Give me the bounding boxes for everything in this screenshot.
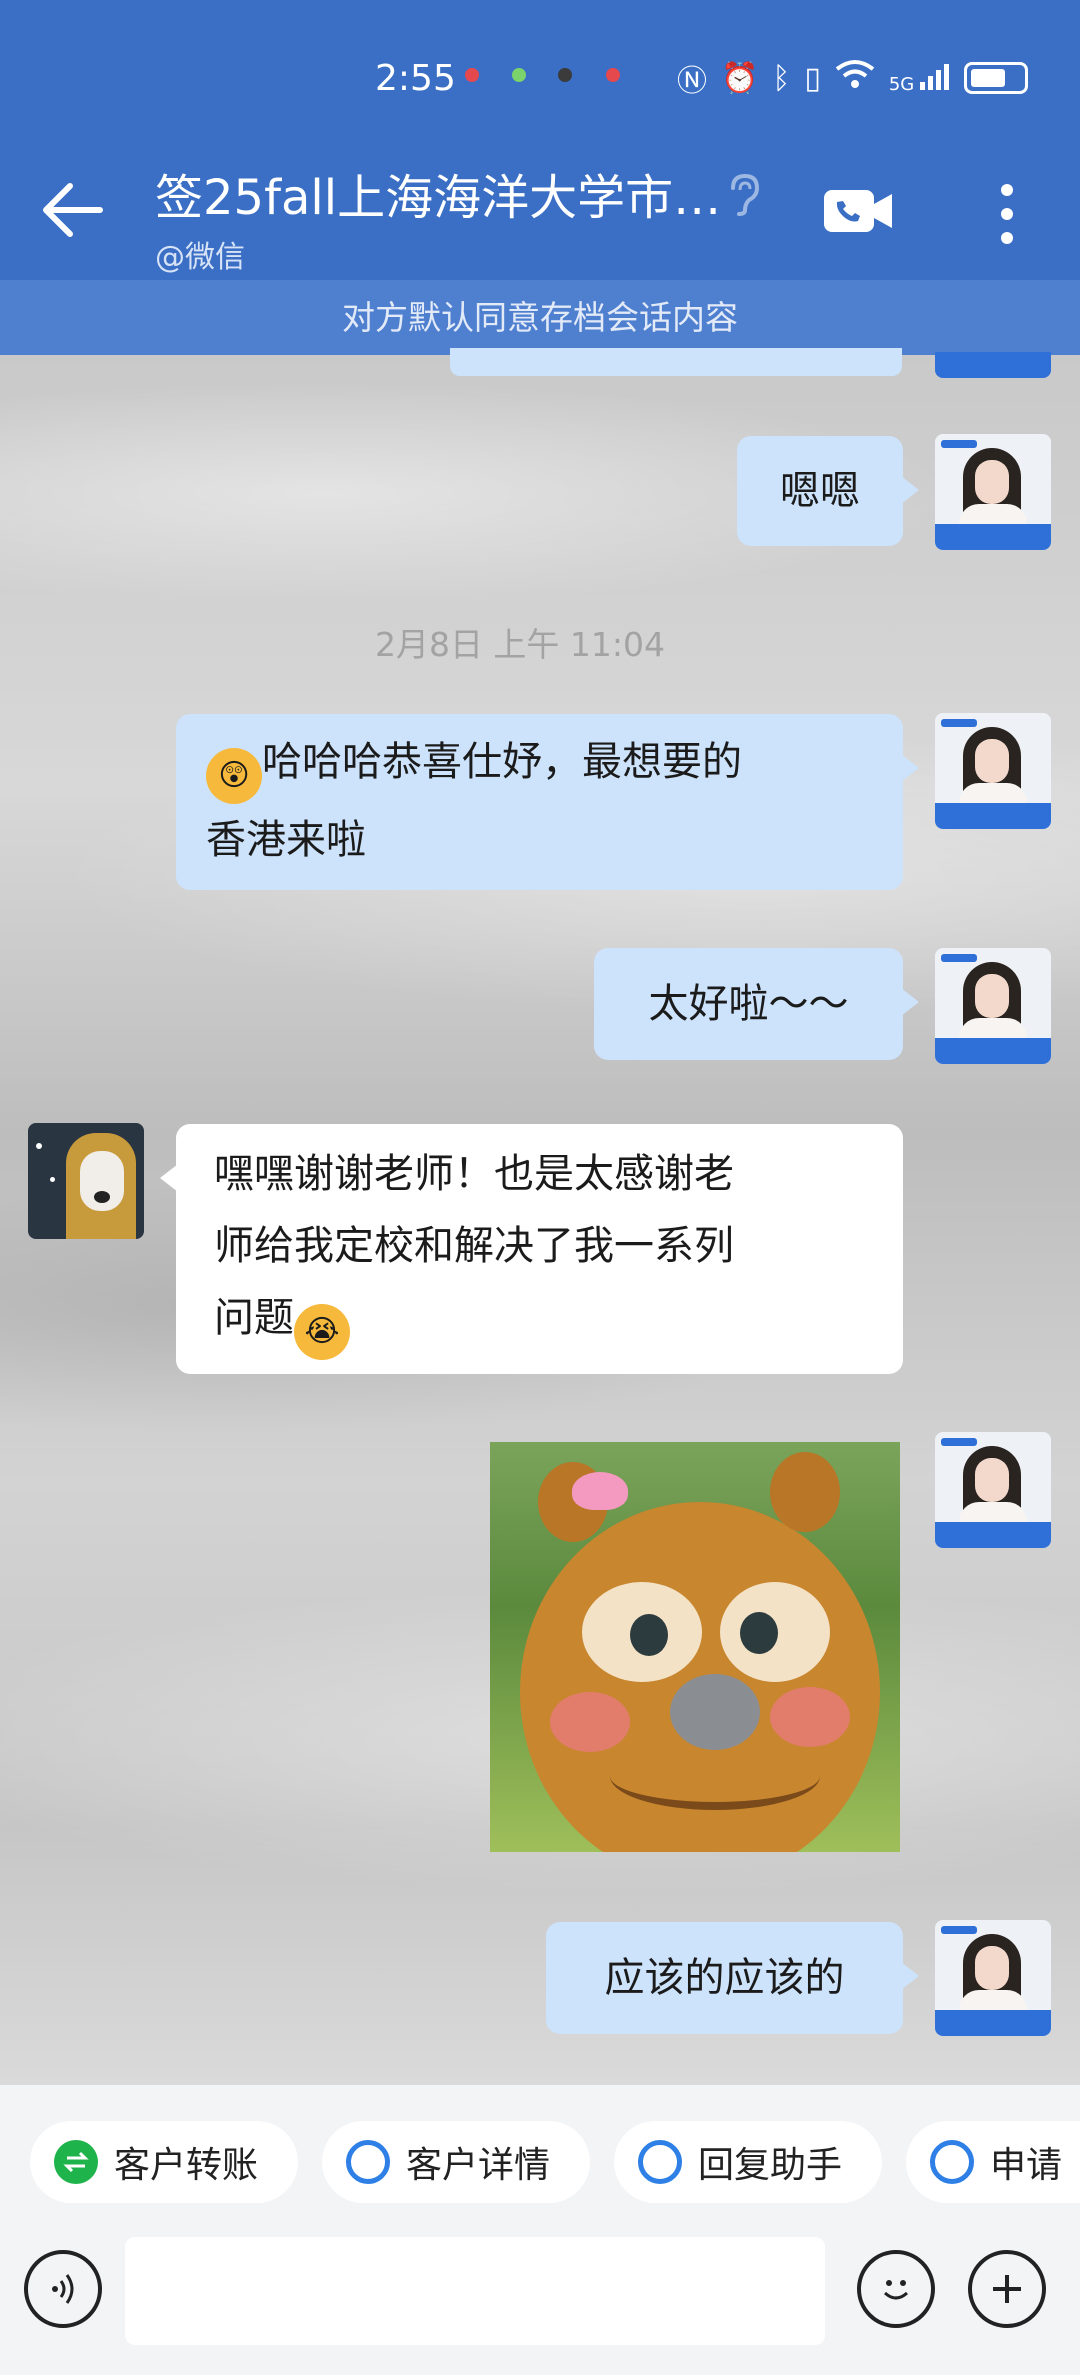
signal-icon: 5G: [889, 62, 950, 94]
message-text: 师给我定校和解决了我一系列: [214, 1223, 734, 1269]
apply-icon: [930, 2140, 974, 2184]
more-button[interactable]: [995, 182, 1019, 250]
chip-label: 客户详情: [406, 2145, 551, 2186]
avatar-self: [935, 352, 1051, 378]
nfc-icon: Ⓝ: [676, 64, 707, 99]
video-call-icon: [824, 190, 892, 232]
emoji-button[interactable]: [857, 2250, 935, 2328]
avatar-self[interactable]: [935, 1432, 1051, 1548]
surprised-emoji-icon: 😲: [206, 748, 262, 804]
battery-icon: [964, 62, 1028, 94]
more-icon: [1001, 184, 1013, 244]
message-text: 香港来啦: [206, 817, 366, 863]
wifi-icon: [835, 59, 875, 97]
alarm-icon: ⏰: [720, 60, 759, 96]
bottom-toolbar: 客户转账 客户详情 回复助手 申请: [0, 2085, 1080, 2375]
crying-emoji-icon: 😭: [294, 1304, 350, 1360]
chat-header: 签25fall上海海洋大学市… @微信: [0, 150, 1080, 280]
notification-icon: [606, 68, 620, 82]
message-text: 哈哈哈恭喜仕妤，最想要的: [262, 739, 742, 785]
status-time: 2:55: [375, 58, 456, 99]
plus-icon: [993, 2275, 1021, 2303]
archive-notice: 对方默认同意存档会话内容: [0, 280, 1080, 355]
status-icons: Ⓝ ⏰ ᛒ ▯ 5G: [677, 56, 1028, 100]
emoji-icon: [883, 2280, 909, 2300]
transfer-icon: [54, 2140, 98, 2184]
chip-label: 回复助手: [698, 2145, 843, 2186]
previous-message-bubble: [450, 348, 902, 376]
bear-sticker-image[interactable]: [490, 1442, 900, 1852]
notification-icon: [465, 68, 479, 82]
chip-label: 申请: [990, 2145, 1063, 2186]
reply-assistant-icon: [638, 2140, 682, 2184]
vibrate-icon: ▯: [804, 60, 821, 96]
avatar-self[interactable]: [935, 1920, 1051, 2036]
status-bar: 2:55 Ⓝ ⏰ ᛒ ▯ 5G: [0, 0, 1080, 150]
message-text: 嘿嘿谢谢老师！也是太感谢老: [214, 1151, 734, 1197]
quick-action-customer-detail[interactable]: 客户详情: [322, 2121, 590, 2203]
message-text: 应该的应该的: [604, 1955, 845, 2001]
message-bubble[interactable]: 嘿嘿谢谢老师！也是太感谢老 师给我定校和解决了我一系列 问题 😭: [160, 1124, 903, 1374]
network-type: 5G: [888, 74, 915, 95]
voice-icon: [52, 2274, 74, 2304]
message-timestamp: 2月8日 上午 11:04: [374, 625, 666, 664]
customer-detail-icon: [346, 2140, 390, 2184]
chat-title[interactable]: 签25fall上海海洋大学市…: [155, 158, 721, 228]
message-bubble[interactable]: 😲 哈哈哈恭喜仕妤，最想要的 香港来啦: [176, 714, 919, 890]
notification-icon: [512, 68, 526, 82]
notification-icon: [558, 68, 572, 82]
video-call-button[interactable]: [822, 188, 894, 238]
message-text: 问题: [214, 1295, 294, 1341]
bluetooth-icon: ᛒ: [772, 60, 791, 96]
back-arrow-icon: [43, 183, 103, 237]
chat-subtitle: @微信: [155, 240, 245, 275]
message-bubble[interactable]: 太好啦～～: [594, 948, 919, 1060]
avatar-self[interactable]: [935, 948, 1051, 1064]
quick-action-transfer[interactable]: 客户转账: [30, 2121, 298, 2203]
voice-button[interactable]: [24, 2250, 102, 2328]
chip-label: 客户转账: [114, 2145, 259, 2186]
plus-button[interactable]: [968, 2250, 1046, 2328]
message-bubble[interactable]: 应该的应该的: [546, 1922, 919, 2034]
quick-action-reply-assistant[interactable]: 回复助手: [614, 2121, 882, 2203]
avatar-self[interactable]: [935, 713, 1051, 829]
back-button[interactable]: [38, 180, 108, 240]
message-text: 太好啦～～: [648, 981, 849, 1027]
message-text: 嗯嗯: [780, 468, 860, 514]
ear-icon[interactable]: [725, 172, 761, 220]
avatar-self[interactable]: [935, 434, 1051, 550]
quick-action-apply[interactable]: 申请: [906, 2121, 1080, 2203]
message-input[interactable]: [125, 2237, 825, 2345]
avatar-contact[interactable]: [28, 1123, 144, 1239]
message-bubble[interactable]: 嗯嗯: [737, 436, 919, 546]
